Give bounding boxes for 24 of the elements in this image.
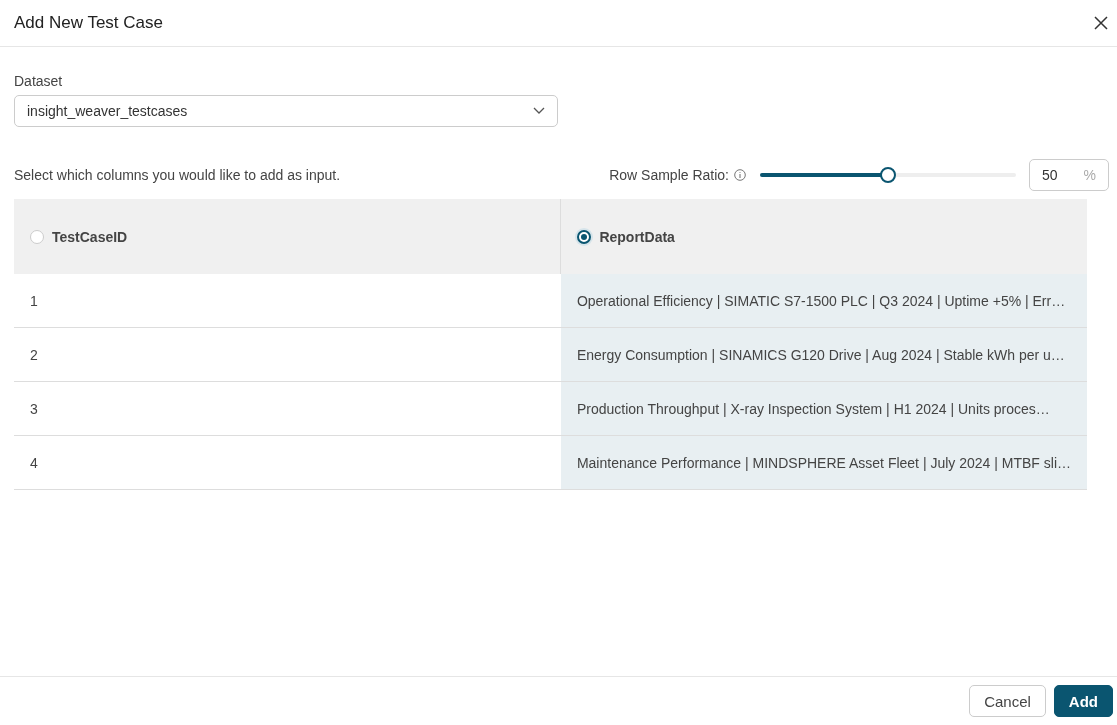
ratio-input[interactable]: 50 % (1029, 159, 1109, 191)
close-icon[interactable] (1093, 15, 1109, 31)
info-icon (734, 169, 746, 181)
add-button[interactable]: Add (1053, 685, 1113, 717)
column-label: TestCaseID (52, 228, 128, 245)
table-cell: Production Throughput | X-ray Inspection System | H1 2024 | Units proces… (560, 381, 1087, 436)
table-cell: 2 (14, 327, 561, 382)
slider-thumb[interactable] (880, 167, 896, 183)
table-cell: 3 (14, 381, 561, 436)
dialog-title: Add New Test Case (14, 13, 163, 33)
column-label: ReportData (599, 228, 675, 245)
table-cell: 1 (14, 274, 561, 328)
radio-button[interactable] (577, 229, 592, 244)
table-cell: Maintenance Performance | MINDSPHERE Asset Fleet | July 2024 | MTBF sli… (560, 435, 1087, 490)
table-cell: 4 (14, 435, 561, 490)
table-cell: Operational Efficiency | SIMATIC S7-1500 PLC | Q3 2024 | Uptime +5% | Err… (560, 274, 1087, 328)
chevron-down-icon (533, 107, 545, 115)
cancel-button[interactable]: Cancel (969, 685, 1046, 717)
dataset-label: Dataset (14, 73, 64, 89)
dataset-dropdown[interactable]: insight_weaver_testcases (14, 95, 558, 127)
row-sample-ratio-label: Row Sample Ratio: (609, 167, 729, 183)
instruction-text: Select which columns you would like to add as input. (14, 167, 341, 183)
slider[interactable] (760, 167, 1016, 183)
table-cell: Energy Consumption | SINAMICS G120 Drive | Aug 2024 | Stable kWh per u… (560, 327, 1087, 382)
